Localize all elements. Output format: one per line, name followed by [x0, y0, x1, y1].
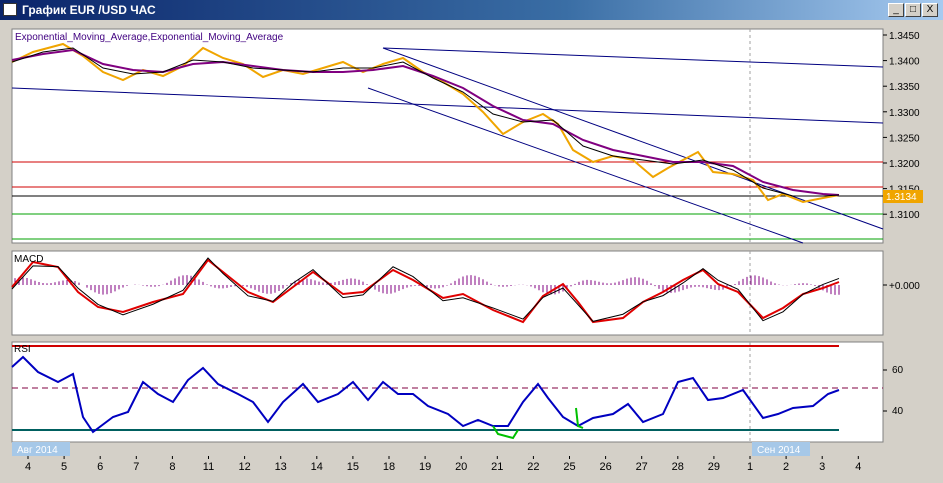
date-tick-label: 29: [708, 461, 720, 473]
rsi-tick-60: 60: [892, 365, 904, 376]
macd-panel[interactable]: [11, 250, 884, 336]
date-tick-label: 20: [455, 461, 467, 473]
macd-label: MACD: [14, 254, 43, 265]
macd-zero-tick: +0.000: [889, 281, 920, 292]
date-tick-label: 7: [133, 461, 139, 473]
date-tick-label: 22: [527, 461, 539, 473]
maximize-button[interactable]: □: [905, 3, 921, 17]
price-tick-label: 1.3400: [889, 57, 920, 68]
rsi-panel[interactable]: [11, 341, 884, 443]
price-panel[interactable]: [11, 28, 884, 244]
date-tick-label: 4: [855, 461, 861, 473]
date-tick-label: 21: [491, 461, 503, 473]
ema-label: Exponential_Moving_Average,Exponential_M…: [15, 32, 284, 43]
title-bar[interactable]: График EUR /USD ЧАС _ □ X: [0, 0, 943, 20]
date-tick-label: 8: [169, 461, 175, 473]
price-tick-label: 1.3450: [889, 31, 920, 42]
chart-window: График EUR /USD ЧАС _ □ X Exponential_Mo…: [0, 0, 943, 481]
rsi-tick-40: 40: [892, 406, 904, 417]
chart-app-icon: [3, 3, 17, 16]
date-tick-label: 25: [563, 461, 575, 473]
price-tick-label: 1.3200: [889, 159, 920, 170]
date-tick-label: 6: [97, 461, 103, 473]
price-tick-label: 1.3250: [889, 133, 920, 144]
month-label-sep: Сен 2014: [757, 445, 801, 456]
date-tick-label: 2: [783, 461, 789, 473]
date-tick-label: 27: [636, 461, 648, 473]
price-tick-label: 1.3300: [889, 108, 920, 119]
month-label-aug: Авг 2014: [17, 445, 58, 456]
date-tick-label: 12: [238, 461, 250, 473]
date-tick-label: 15: [347, 461, 359, 473]
rsi-label: RSI: [14, 344, 31, 355]
date-tick-label: 13: [275, 461, 287, 473]
date-tick-label: 19: [419, 461, 431, 473]
chart-area: Exponential_Moving_Average,Exponential_M…: [3, 22, 940, 478]
date-tick-label: 18: [383, 461, 395, 473]
date-tick-label: 3: [819, 461, 825, 473]
date-tick-label: 5: [61, 461, 67, 473]
date-tick-label: 4: [25, 461, 31, 473]
close-button[interactable]: X: [922, 3, 938, 17]
price-tick-label: 1.3350: [889, 82, 920, 93]
date-tick-label: 1: [747, 461, 753, 473]
date-axis: 4 5 6 7 8 11 12 13 14 15 18 19 20 21 22 25 26 27 28 29 1 2 3 4: [25, 456, 861, 473]
minimize-button[interactable]: _: [888, 3, 904, 17]
date-tick-label: 26: [599, 461, 611, 473]
price-tick-label: 1.3100: [889, 210, 920, 221]
current-price-label: 1.3134: [886, 192, 917, 203]
window-title: График EUR /USD ЧАС: [22, 3, 156, 17]
date-tick-label: 14: [311, 461, 323, 473]
date-tick-label: 11: [203, 461, 214, 473]
date-tick-label: 28: [672, 461, 684, 473]
